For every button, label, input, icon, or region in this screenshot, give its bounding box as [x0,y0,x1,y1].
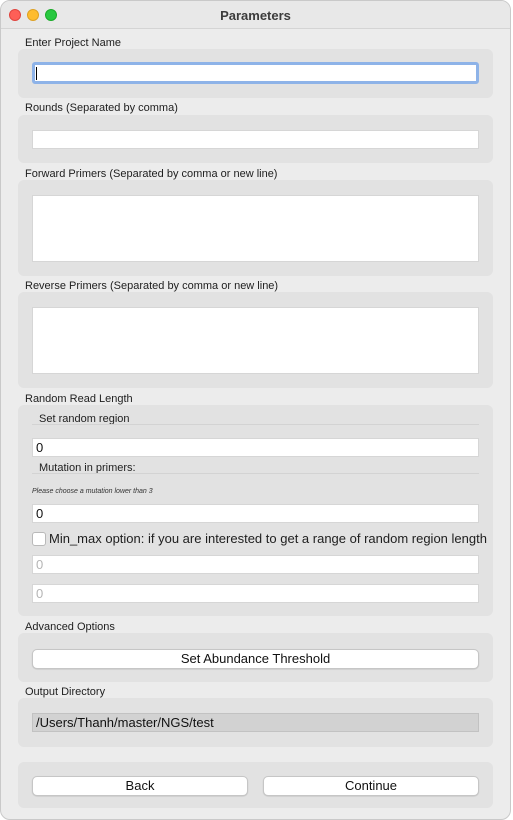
divider [32,473,479,474]
back-button[interactable]: Back [32,776,248,796]
window-title: Parameters [220,8,291,23]
min-length-input[interactable]: 0 [32,555,479,574]
output-directory-field: /Users/Thanh/master/NGS/test [32,713,479,732]
title-bar: Parameters [1,1,510,29]
advanced-options-label: Advanced Options [25,621,115,633]
random-region-input[interactable]: 0 [32,438,479,457]
rounds-label: Rounds (Separated by comma) [25,102,178,114]
min-max-checkbox-label[interactable]: Min_max option: if you are interested to… [49,531,487,546]
max-length-input[interactable]: 0 [32,584,479,603]
reverse-primers-textarea[interactable] [32,307,479,374]
set-abundance-threshold-button[interactable]: Set Abundance Threshold [32,649,479,669]
divider [32,424,479,425]
output-directory-label: Output Directory [25,686,106,698]
forward-primers-textarea[interactable] [32,195,479,262]
forward-primers-label: Forward Primers (Separated by comma or n… [25,168,278,180]
mutation-note: Please choose a mutation lower than 3 [32,488,153,495]
project-name-label: Enter Project Name [25,37,121,49]
reverse-primers-label: Reverse Primers (Separated by comma or n… [25,280,279,292]
parameters-window: Parameters Enter Project Name Rounds (Se… [0,0,511,820]
project-name-input[interactable] [32,62,479,84]
min-max-checkbox[interactable] [32,532,46,546]
rounds-input[interactable] [32,130,479,149]
random-read-length-label: Random Read Length [25,393,133,405]
continue-button[interactable]: Continue [263,776,479,796]
text-cursor [36,67,37,80]
mutation-input[interactable]: 0 [32,504,479,523]
